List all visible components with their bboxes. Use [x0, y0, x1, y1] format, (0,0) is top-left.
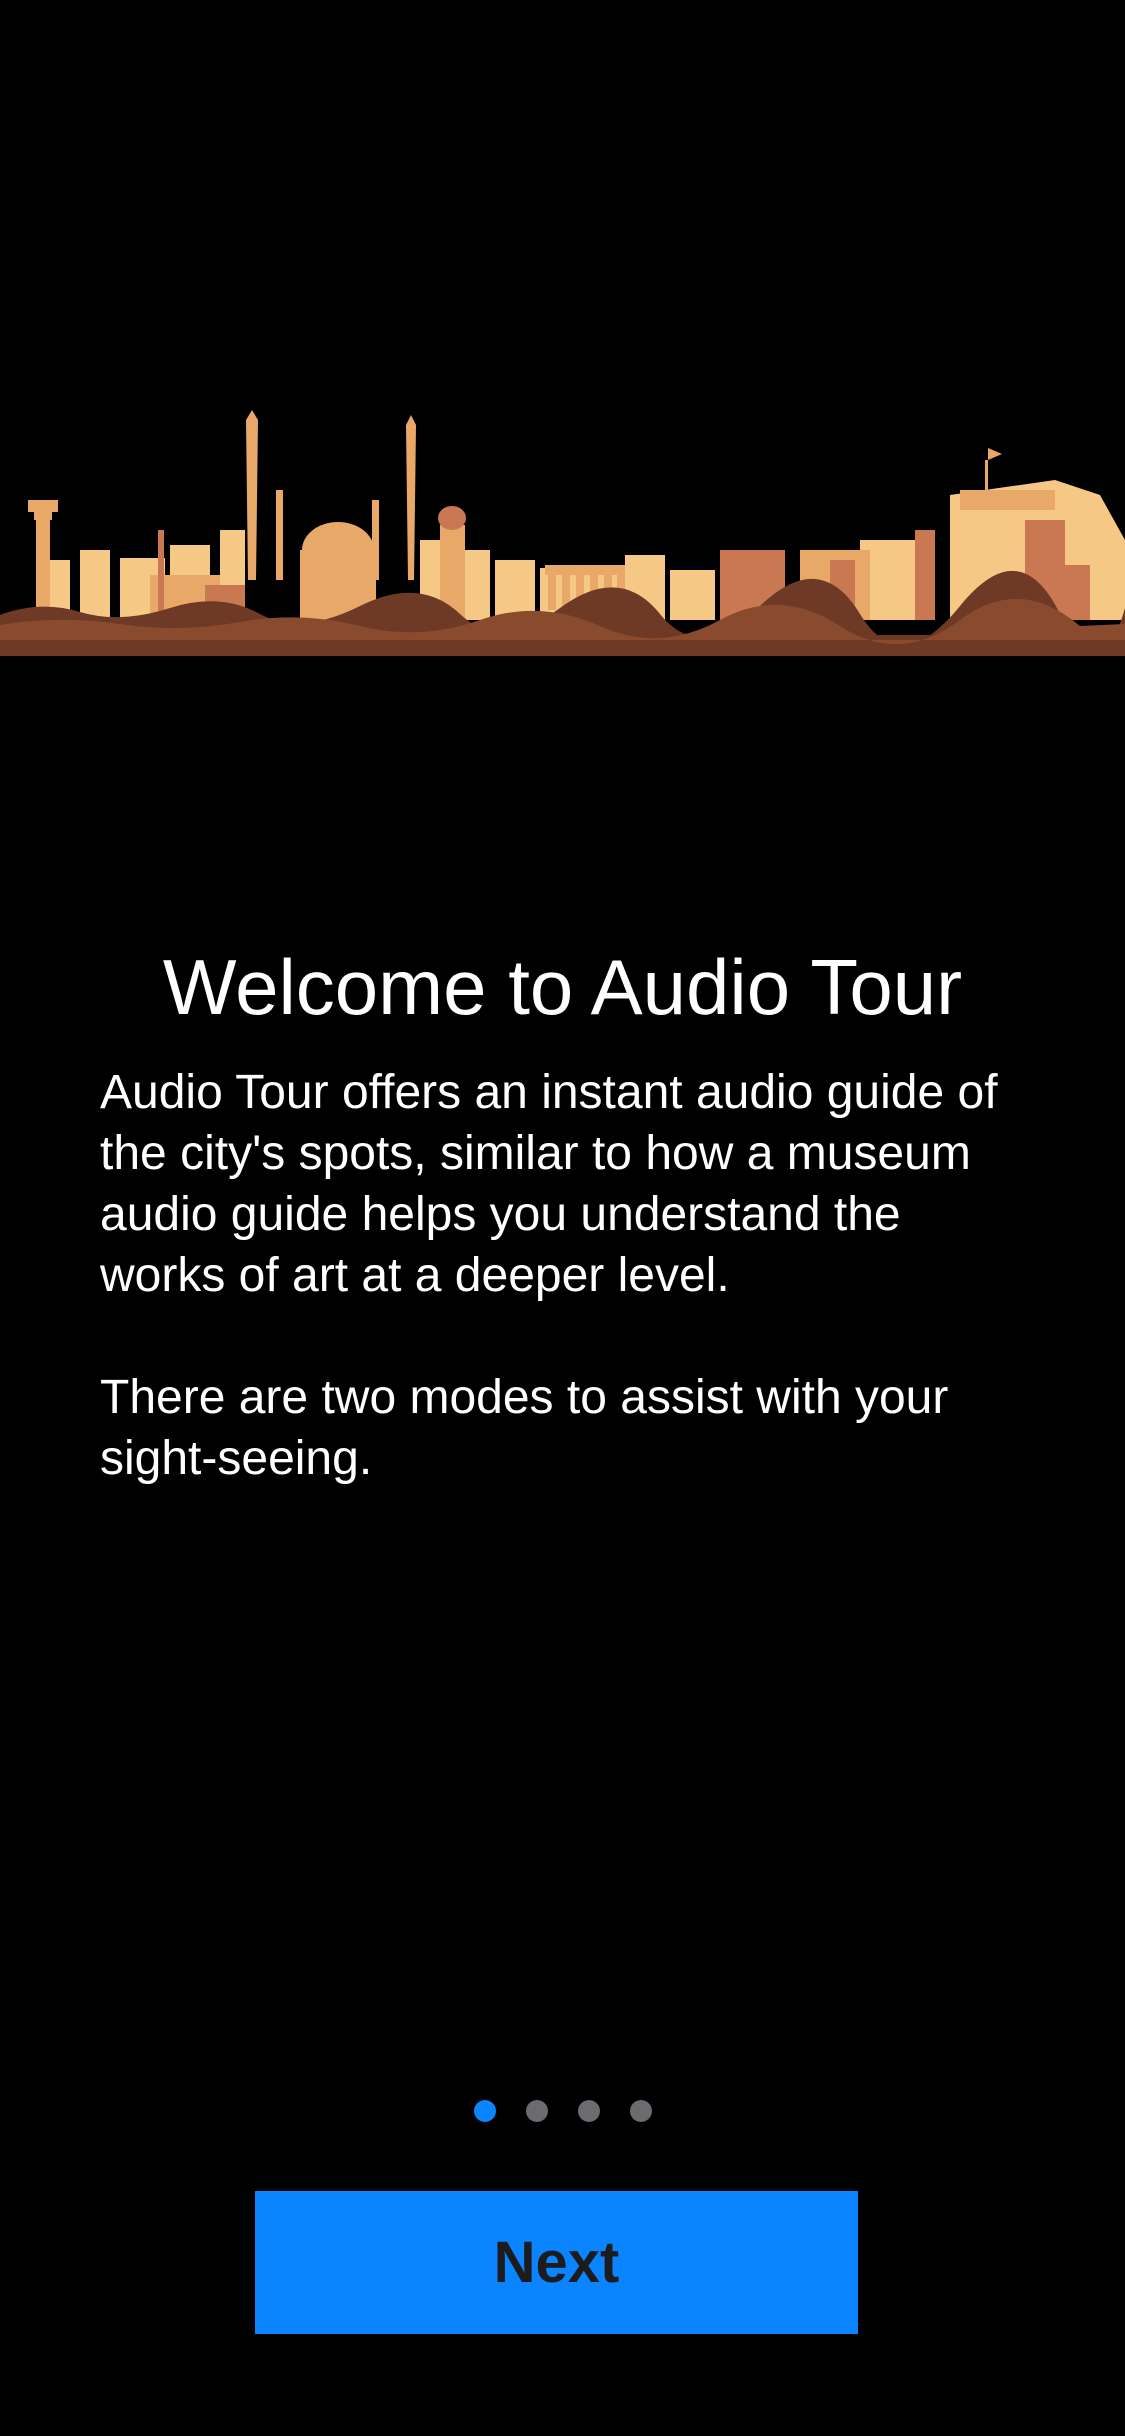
city-skyline-illustration	[0, 410, 1125, 656]
onboarding-title: Welcome to Audio Tour	[162, 943, 963, 1031]
description-paragraph-1: Audio Tour offers an instant audio guide…	[100, 1066, 998, 1302]
onboarding-description: Audio Tour offers an instant audio guide…	[100, 1062, 1030, 1489]
page-dot-1[interactable]	[473, 2100, 496, 2122]
page-dot-3[interactable]	[577, 2100, 600, 2122]
next-button[interactable]: Next	[255, 2191, 858, 2334]
page-dot-4[interactable]	[629, 2100, 652, 2122]
page-dot-2[interactable]	[525, 2100, 548, 2122]
page-indicator[interactable]	[0, 2100, 1125, 2122]
description-paragraph-2: There are two modes to assist with your …	[100, 1371, 949, 1485]
